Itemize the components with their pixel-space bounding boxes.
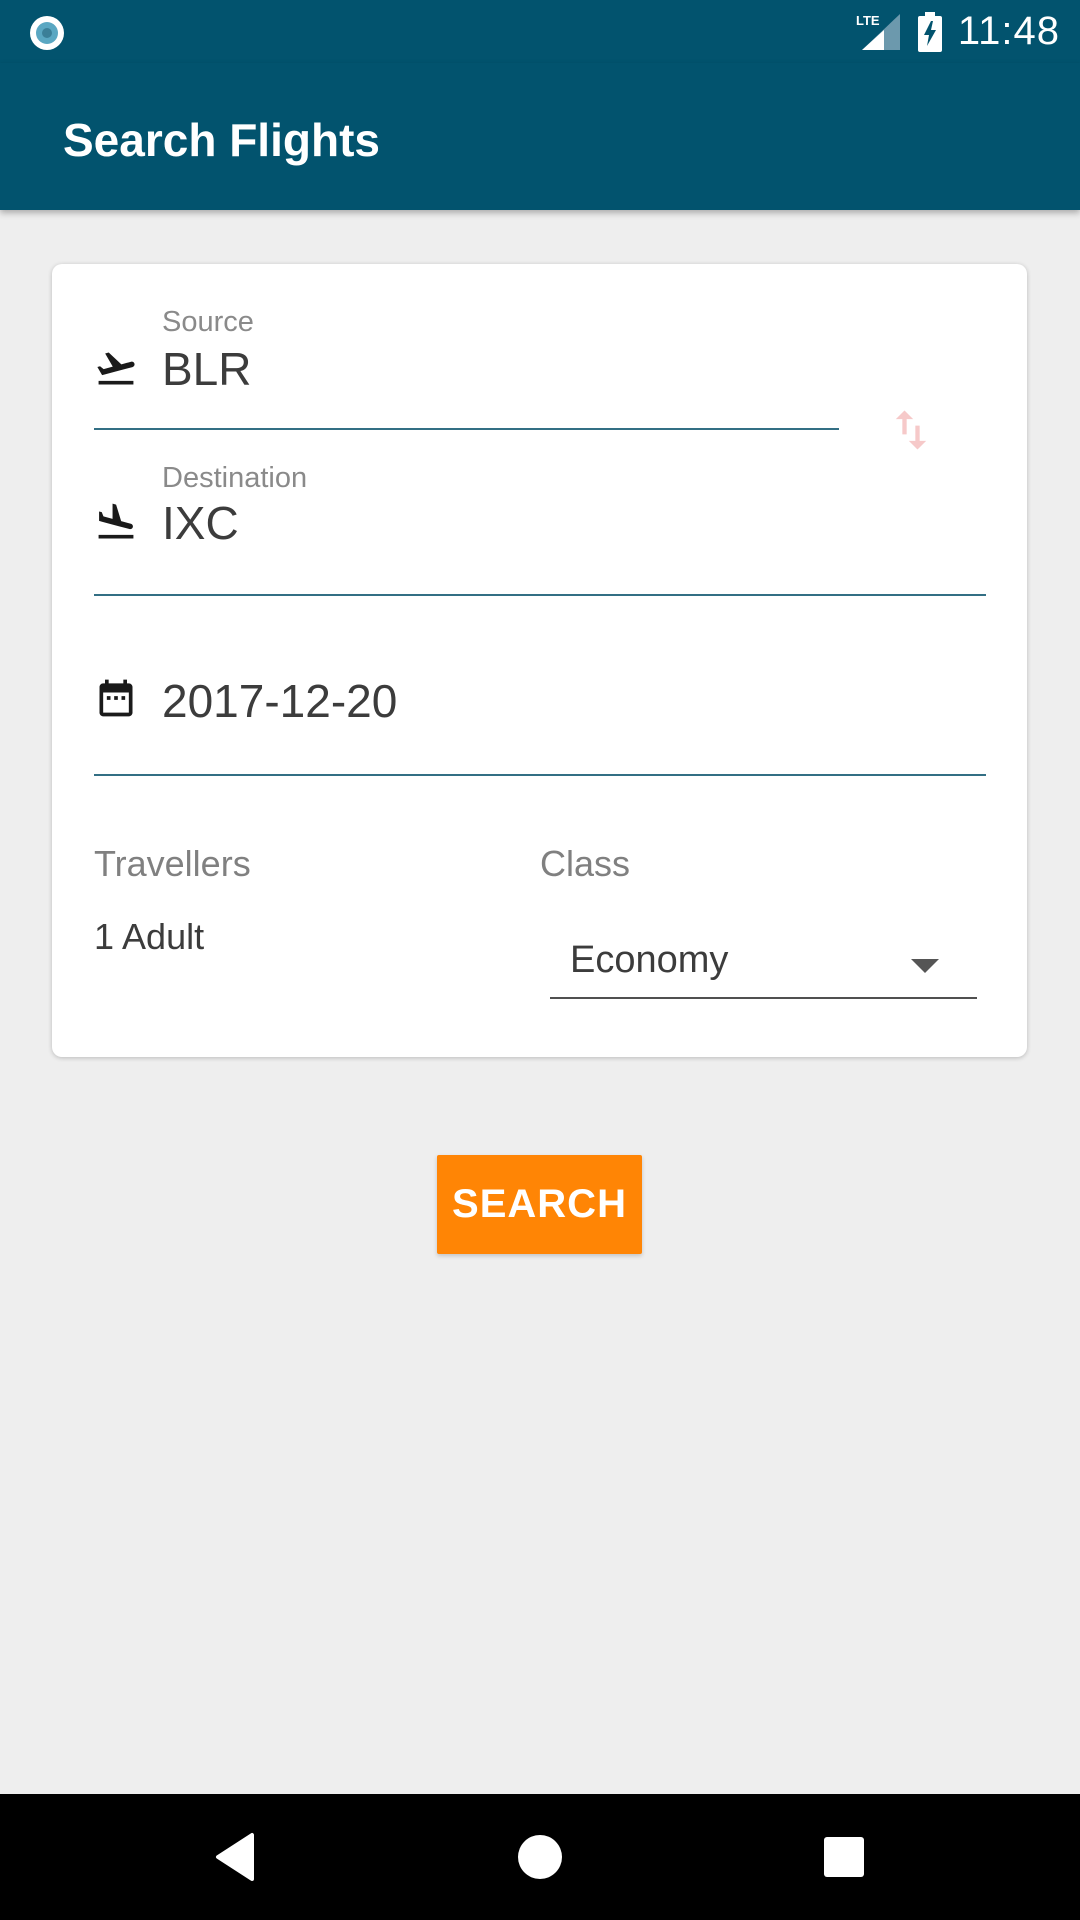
status-bar: LTE 11:48 [0,0,1080,63]
travellers-label: Travellers [94,843,251,884]
home-icon [518,1835,562,1879]
class-label: Class [540,843,631,884]
destination-field[interactable]: Destination IXC [94,430,986,596]
network-label: LTE [856,13,880,28]
app-bar: Search Flights [0,63,1080,210]
status-icons: LTE 11:48 [854,0,1060,63]
flight-takeoff-icon [97,352,135,385]
class-dropdown[interactable]: Economy [550,931,977,999]
signal-icon: LTE [856,13,900,50]
source-field[interactable]: Source BLR [94,264,839,430]
recents-icon [824,1837,864,1877]
class-value: Economy [570,939,729,981]
date-field[interactable]: 2017-12-20 [94,596,986,776]
back-button[interactable] [200,1821,272,1893]
source-value: BLR [162,343,252,395]
calendar-icon [99,679,133,717]
recents-button[interactable] [808,1821,880,1893]
back-icon [216,1833,254,1881]
battery-charging-icon [917,11,942,52]
source-label: Source [162,306,254,338]
travellers-value[interactable]: 1 Adult [94,916,204,958]
status-time: 11:48 [957,9,1060,53]
arrow-drop-down-icon [911,959,939,973]
destination-value: IXC [162,497,239,549]
search-button[interactable]: SEARCH [437,1155,642,1254]
date-underline [94,774,986,776]
date-value: 2017-12-20 [162,675,398,727]
navigation-bar [0,1794,1080,1920]
search-form-card: Source BLR Destination IXC 2017-12-20 Tr… [52,264,1027,1057]
page-title: Search Flights [63,114,380,166]
destination-label: Destination [162,462,308,494]
home-button[interactable] [504,1821,576,1893]
flight-landing-icon [98,503,134,539]
app-notification-icon [30,16,64,50]
